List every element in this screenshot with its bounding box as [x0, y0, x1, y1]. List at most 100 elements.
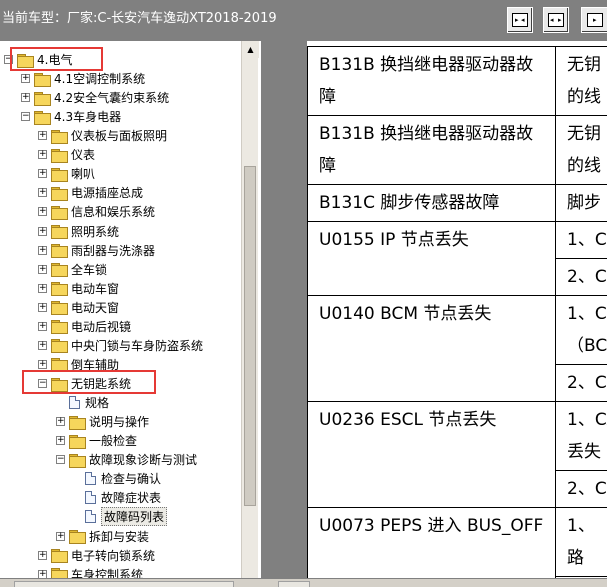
tree-item-label[interactable]: 规格 — [85, 394, 109, 411]
scroll-thumb[interactable] — [244, 166, 256, 506]
tree-item[interactable]: + 电子转向锁系统 — [38, 546, 155, 565]
tree-item-label[interactable]: 照明系统 — [71, 223, 119, 240]
tree-item-label[interactable]: 雨刮器与洗涤器 — [71, 242, 155, 259]
dtc-detail-line: 1、C — [567, 230, 607, 250]
document-icon — [69, 396, 80, 410]
folder-icon — [69, 415, 86, 430]
expand-node-icon[interactable]: + — [38, 245, 47, 255]
tree-item[interactable]: + 照明系统 — [38, 222, 119, 241]
tree-item[interactable]: + 雨刮器与洗涤器 — [38, 241, 155, 260]
expand-node-icon[interactable]: + — [21, 74, 30, 84]
tree-item-label[interactable]: 仪表板与面板照明 — [71, 127, 167, 144]
expand-node-icon[interactable]: + — [38, 207, 47, 217]
expand-node-icon[interactable]: + — [38, 321, 47, 331]
tree-item[interactable]: 故障码列表 — [72, 507, 168, 527]
tree-item-label[interactable]: 电动天窗 — [71, 299, 119, 316]
expand-node-icon[interactable]: + — [38, 302, 47, 312]
tree-item[interactable]: + 仪表板与面板照明 — [38, 126, 167, 145]
collapse-all-button[interactable]: ▸ ◂ — [507, 7, 533, 33]
dtc-detail-line: 无钥 — [567, 55, 601, 75]
dtc-detail-line: 脚步 — [567, 193, 601, 213]
tree-item-label[interactable]: 一般检查 — [89, 432, 137, 449]
folder-icon — [51, 148, 68, 163]
tree-item[interactable]: + 电动后视镜 — [38, 317, 131, 336]
tree-item[interactable]: + 信息和娱乐系统 — [38, 202, 155, 221]
tree-item[interactable]: 检查与确认 — [72, 469, 161, 488]
folder-icon — [51, 339, 68, 354]
expand-node-icon[interactable]: + — [38, 283, 47, 293]
tree-item-label[interactable]: 说明与操作 — [89, 413, 149, 430]
tree-item-label[interactable]: 电子转向锁系统 — [71, 547, 155, 564]
scroll-up-arrow-icon[interactable]: ▲ — [242, 41, 259, 58]
tree-item[interactable]: 故障症状表 — [72, 488, 161, 507]
expand-node-icon[interactable]: + — [56, 436, 65, 446]
folder-icon — [51, 244, 68, 259]
tree-item-label[interactable]: 信息和娱乐系统 — [71, 203, 155, 220]
fit-width-button[interactable]: ◂ ▸ — [543, 7, 569, 33]
pane-splitter[interactable] — [262, 41, 307, 587]
tree-item[interactable]: +4.1空调控制系统 — [21, 69, 145, 88]
document-icon — [85, 472, 96, 486]
folder-icon — [69, 453, 86, 468]
expand-node-icon[interactable]: + — [21, 93, 30, 103]
tree-item[interactable]: + 拆卸与安装 — [56, 527, 149, 546]
tree-item-label[interactable]: 4.1空调控制系统 — [54, 70, 145, 87]
tree-item[interactable]: + 喇叭 — [38, 164, 95, 183]
table-row: B131C 脚步传感器故障 脚步 — [307, 184, 607, 222]
dtc-code-cell: U0236 ESCL 节点丢失 — [307, 401, 556, 508]
expand-node-icon[interactable]: + — [38, 550, 47, 560]
bottom-tab-left[interactable] — [14, 581, 234, 587]
tree-item[interactable]: + 仪表 — [38, 145, 95, 164]
dtc-detail-line: （BC — [567, 336, 607, 356]
tree-item-label[interactable]: 检查与确认 — [101, 470, 161, 487]
tree-item-label[interactable]: 故障症状表 — [101, 489, 161, 506]
tree-item-label[interactable]: 4.2安全气囊约束系统 — [54, 89, 169, 106]
tree-item-label[interactable]: 喇叭 — [71, 165, 95, 182]
collapse-node-icon[interactable]: − — [56, 455, 65, 465]
expand-node-icon[interactable]: + — [38, 131, 47, 141]
dtc-detail-line: 路 — [567, 548, 584, 568]
dtc-detail-line: 1、C — [567, 304, 607, 324]
tree-item-label[interactable]: 故障码列表 — [101, 507, 168, 527]
tree-item[interactable]: + 全车锁 — [38, 260, 107, 279]
dtc-detail-cell: 无钥 的线 — [555, 115, 607, 185]
tree-item[interactable]: + 电源插座总成 — [38, 183, 143, 202]
tree-item-label[interactable]: 4.3车身电器 — [54, 108, 121, 125]
folder-icon — [34, 91, 51, 106]
expand-node-icon[interactable]: + — [38, 264, 47, 274]
collapse-node-icon[interactable]: − — [21, 112, 30, 122]
table-row: B131B 换挡继电器驱动器故障 无钥 的线 — [307, 46, 607, 116]
tree-item[interactable]: 规格 — [56, 393, 109, 412]
tree-item-label[interactable]: 电源插座总成 — [71, 184, 143, 201]
tree-item[interactable]: + 一般检查 — [56, 431, 137, 450]
expand-node-icon[interactable]: + — [56, 417, 65, 427]
tree-item[interactable]: − 4.3车身电器 — [21, 107, 121, 126]
tree-item-label[interactable]: 电动车窗 — [71, 280, 119, 297]
tree-item[interactable]: + 说明与操作 — [56, 412, 149, 431]
tree-vertical-scrollbar[interactable]: ▲ — [241, 41, 259, 587]
tree-item[interactable]: +4.2安全气囊约束系统 — [21, 88, 169, 107]
expand-panel-button[interactable]: ▸ — [581, 7, 607, 33]
expand-node-icon[interactable]: + — [38, 340, 47, 350]
expand-node-icon[interactable]: + — [38, 226, 47, 236]
tree-item-label[interactable]: 全车锁 — [71, 261, 107, 278]
tree-item[interactable]: + 中央门锁与车身防盗系统 — [38, 336, 203, 355]
tree-item-label[interactable]: 故障现象诊断与测试 — [89, 451, 197, 468]
dtc-detail-line: 丢失 — [567, 442, 601, 462]
expand-node-icon[interactable]: + — [38, 169, 47, 179]
bottom-tab-right[interactable] — [278, 581, 310, 587]
tree-item[interactable]: − 故障现象诊断与测试 — [56, 450, 197, 469]
tree-item[interactable]: + 电动车窗 — [38, 279, 119, 298]
tree-item-label[interactable]: 电动后视镜 — [71, 318, 131, 335]
expand-node-icon[interactable]: + — [38, 188, 47, 198]
expand-node-icon[interactable]: + — [56, 531, 65, 541]
folder-icon — [51, 549, 68, 564]
folder-icon — [69, 530, 86, 544]
tree-item-label[interactable]: 中央门锁与车身防盗系统 — [71, 337, 203, 354]
tree-item-label[interactable]: 拆卸与安装 — [89, 528, 149, 545]
expand-node-icon[interactable]: + — [38, 359, 47, 369]
tree-item-label[interactable]: 仪表 — [71, 146, 95, 163]
tree-item[interactable]: + 电动天窗 — [38, 298, 119, 317]
expand-node-icon[interactable]: + — [38, 150, 47, 160]
dtc-detail-cell: 2、C — [555, 470, 607, 508]
